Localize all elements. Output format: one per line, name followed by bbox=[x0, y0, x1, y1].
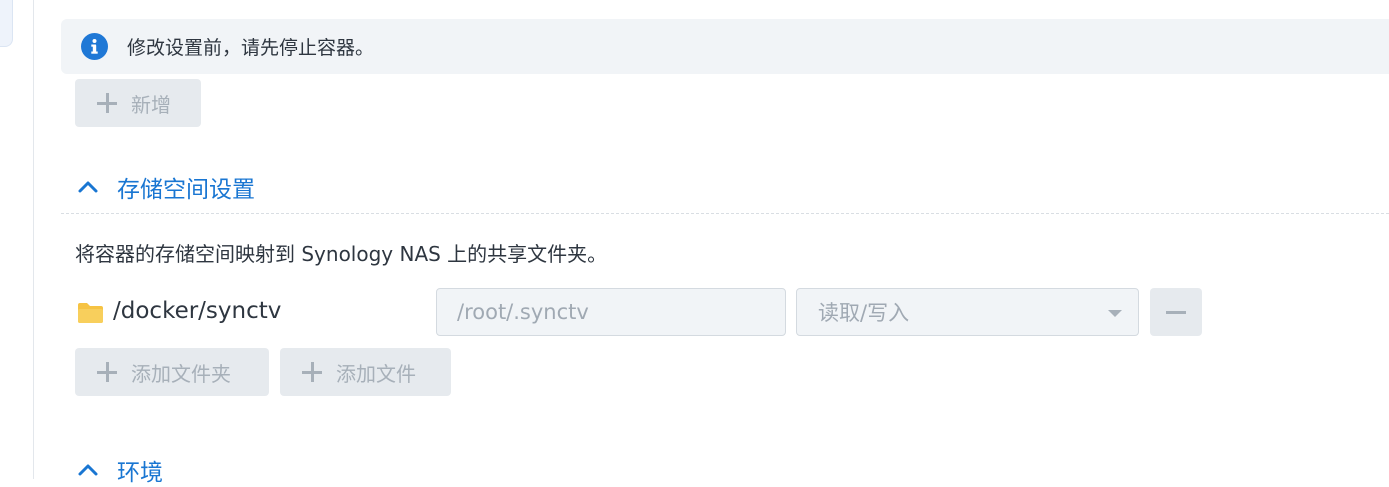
storage-section-header[interactable]: 存储空间设置 bbox=[75, 170, 255, 204]
add-file-button[interactable]: 添加文件 bbox=[280, 348, 451, 396]
remove-mount-button[interactable] bbox=[1150, 288, 1202, 336]
mount-row: /docker/synctv 读取/写入 bbox=[75, 288, 1205, 336]
environment-section-header[interactable]: 环境 bbox=[75, 453, 163, 487]
host-folder-path: /docker/synctv bbox=[113, 298, 282, 324]
mount-path-input[interactable] bbox=[436, 288, 786, 336]
left-panel-border bbox=[0, 0, 34, 479]
add-folder-button[interactable]: 添加文件夹 bbox=[75, 348, 269, 396]
info-icon bbox=[81, 33, 108, 60]
chevron-up-icon bbox=[78, 181, 98, 193]
left-panel-tab bbox=[0, 0, 13, 47]
access-mode-value: 读取/写入 bbox=[818, 301, 910, 325]
storage-section-title: 存储空间设置 bbox=[117, 177, 255, 203]
access-mode-select[interactable]: 读取/写入 bbox=[796, 288, 1139, 336]
notice-banner: 修改设置前，请先停止容器。 bbox=[61, 19, 1389, 74]
add-folder-label: 添加文件夹 bbox=[131, 361, 231, 386]
dropdown-caret-icon bbox=[1108, 310, 1122, 317]
environment-section-title: 环境 bbox=[117, 460, 163, 486]
folder-icon bbox=[78, 303, 103, 323]
plus-icon bbox=[302, 362, 322, 382]
add-button-label: 新增 bbox=[131, 92, 171, 117]
add-button[interactable]: 新增 bbox=[75, 79, 201, 127]
notice-text: 修改设置前，请先停止容器。 bbox=[127, 37, 375, 59]
plus-icon bbox=[97, 93, 117, 113]
section-divider bbox=[61, 213, 1389, 214]
chevron-up-icon bbox=[78, 464, 98, 476]
plus-icon bbox=[97, 362, 117, 382]
storage-description: 将容器的存储空间映射到 Synology NAS 上的共享文件夹。 bbox=[75, 242, 608, 266]
add-file-label: 添加文件 bbox=[336, 361, 416, 386]
minus-icon bbox=[1166, 311, 1186, 314]
